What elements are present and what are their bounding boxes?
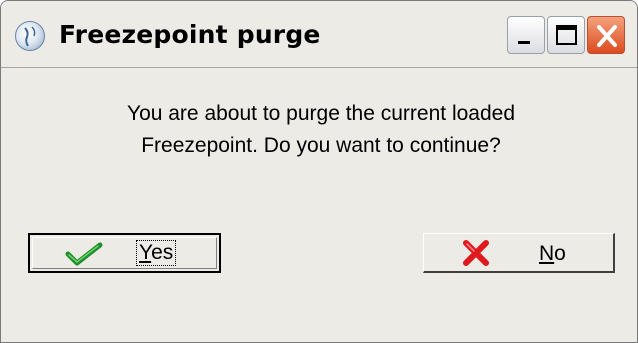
yes-button-bevel	[32, 237, 217, 269]
maximize-button[interactable]	[547, 16, 585, 54]
no-button[interactable]: No	[423, 233, 615, 273]
red-x-icon	[463, 240, 489, 266]
checkmark-icon	[65, 242, 103, 266]
message-line-1: You are about to purge the current loade…	[126, 102, 516, 125]
maximize-icon	[556, 25, 577, 45]
yes-button[interactable]: Yes	[28, 233, 221, 273]
close-button[interactable]	[587, 16, 625, 54]
yes-label: Yes	[135, 240, 177, 266]
title-bar[interactable]: Freezepoint purge	[1, 1, 637, 68]
minimize-button[interactable]	[507, 16, 545, 54]
close-icon	[597, 25, 617, 47]
message-line-2: Freezepoint. Do you want to continue?	[141, 134, 501, 157]
dialog-window: Freezepoint purge You are about to purge…	[0, 0, 638, 343]
no-label: No	[539, 242, 566, 265]
dialog-message: You are about to purge the current loade…	[61, 98, 581, 162]
window-title: Freezepoint purge	[59, 20, 321, 49]
globe-icon	[15, 21, 45, 51]
minimize-icon	[518, 41, 530, 44]
